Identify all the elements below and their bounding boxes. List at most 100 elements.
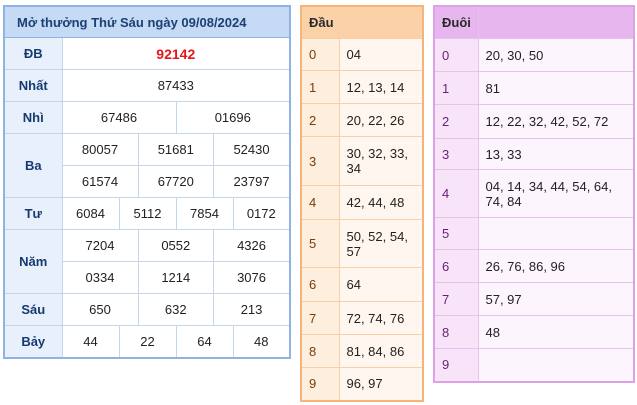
dau-title: Đầu [300,5,340,39]
duoi-digit: 7 [433,282,479,316]
duoi-values: 04, 14, 34, 44, 54, 64, 74, 84 [477,169,635,218]
duoi-values: 48 [477,315,635,349]
dau-digit: 6 [300,267,340,302]
results-table: Mở thưởng Thứ Sáu ngày 09/08/2024 ĐB 921… [3,5,292,359]
special-prize-number: 92142 [61,37,291,70]
duoi-table: Đuôi 0 20, 30, 50 1 81 2 12, 22, 32, 42,… [433,5,635,383]
dau-values: 50, 52, 54, 57 [338,219,424,268]
prize-number: 7854 [175,197,234,230]
prize-number: 44 [61,325,120,359]
duoi-values: 26, 76, 86, 96 [477,249,635,283]
prize-label: Sáu [3,293,63,326]
dau-row: 2 20, 22, 26 [300,103,424,137]
prize-number: 7204 [62,230,139,261]
dau-title-blank [338,5,424,39]
prize-number: 80057 [62,134,139,165]
dau-digit: 3 [300,136,340,186]
prize-number: 213 [240,302,263,317]
prize-row-tu: Tư 6084 5112 7854 0172 [3,197,291,230]
dau-row: 8 81, 84, 86 [300,334,424,368]
prize-number: 48 [232,325,291,359]
duoi-values [477,348,635,382]
prize-label: Nhì [3,101,63,134]
duoi-values: 13, 33 [477,138,635,170]
duoi-row: 3 13, 33 [433,138,635,170]
duoi-digit: 9 [433,348,479,382]
prize-number: 0172 [232,197,291,230]
dau-digit: 0 [300,38,340,71]
dau-digit: 4 [300,185,340,220]
duoi-row: 5 [433,217,635,250]
dau-row: 4 42, 44, 48 [300,185,424,220]
prize-row-nhat: Nhất 87433 [3,69,291,102]
prize-number: 0552 [138,230,215,261]
prize-number: 3076 [237,270,266,285]
prize-row-sau: Sáu 650 632 213 [3,293,291,326]
duoi-row: 9 [433,348,635,382]
duoi-digit: 3 [433,138,479,170]
duoi-title-blank [477,5,635,39]
duoi-digit: 4 [433,169,479,218]
duoi-values: 20, 30, 50 [477,38,635,72]
prize-number: 1214 [138,262,215,293]
duoi-row: 6 26, 76, 86, 96 [433,249,635,283]
prize-label: Nhất [3,69,63,102]
dau-values: 81, 84, 86 [338,334,424,368]
prize-number: 61574 [62,166,139,197]
prize-number: 01696 [175,101,291,134]
duoi-row: 4 04, 14, 34, 44, 54, 64, 74, 84 [433,169,635,218]
prize-label: ĐB [3,37,63,70]
prize-number: 87433 [61,69,291,102]
prize-number: 650 [62,294,139,325]
prize-number: 52430 [233,142,270,157]
prize-row-nhi: Nhì 67486 01696 [3,101,291,134]
dau-digit: 1 [300,70,340,104]
dau-values: 30, 32, 33, 34 [338,136,424,186]
prize-number: 51681 [138,134,215,165]
duoi-digit: 8 [433,315,479,349]
prize-number: 67486 [61,101,177,134]
dau-row: 9 96, 97 [300,367,424,401]
prize-number: 64 [175,325,234,359]
dau-values: 72, 74, 76 [338,301,424,335]
results-title: Mở thưởng Thứ Sáu ngày 09/08/2024 [3,5,291,38]
duoi-digit: 5 [433,217,479,250]
duoi-row: 8 48 [433,315,635,349]
duoi-title: Đuôi [433,5,479,39]
duoi-row: 7 57, 97 [433,282,635,316]
prize-number: 5112 [118,197,177,230]
dau-values: 42, 44, 48 [338,185,424,220]
dau-row: 0 04 [300,38,424,71]
prize-number: 632 [138,294,215,325]
prize-label: Ba [3,133,63,198]
prize-row-db: ĐB 92142 [3,37,291,70]
prize-label: Tư [3,197,63,230]
duoi-digit: 0 [433,38,479,72]
duoi-values [477,217,635,250]
duoi-values: 57, 97 [477,282,635,316]
dau-digit: 8 [300,334,340,368]
dau-values: 12, 13, 14 [338,70,424,104]
prize-number: 0334 [62,262,139,293]
dau-digit: 9 [300,367,340,401]
duoi-digit: 2 [433,104,479,139]
dau-values: 20, 22, 26 [338,103,424,137]
prize-row-ba: Ba 80057 51681 52430 [3,133,291,198]
dau-digit: 7 [300,301,340,335]
dau-digit: 5 [300,219,340,268]
prize-number: 23797 [233,174,270,189]
dau-row: 5 50, 52, 54, 57 [300,219,424,268]
duoi-values: 12, 22, 32, 42, 52, 72 [477,104,635,139]
prize-label: Bảy [3,325,63,359]
dau-values: 04 [338,38,424,71]
prize-number: 67720 [138,166,215,197]
duoi-row: 2 12, 22, 32, 42, 52, 72 [433,104,635,139]
duoi-row: 0 20, 30, 50 [433,38,635,72]
duoi-values: 81 [477,71,635,105]
dau-row: 6 64 [300,267,424,302]
prize-row-nam: Năm 7204 0552 4326 [3,229,291,294]
duoi-digit: 1 [433,71,479,105]
dau-row: 1 12, 13, 14 [300,70,424,104]
dau-row: 3 30, 32, 33, 34 [300,136,424,186]
dau-values: 96, 97 [338,367,424,401]
